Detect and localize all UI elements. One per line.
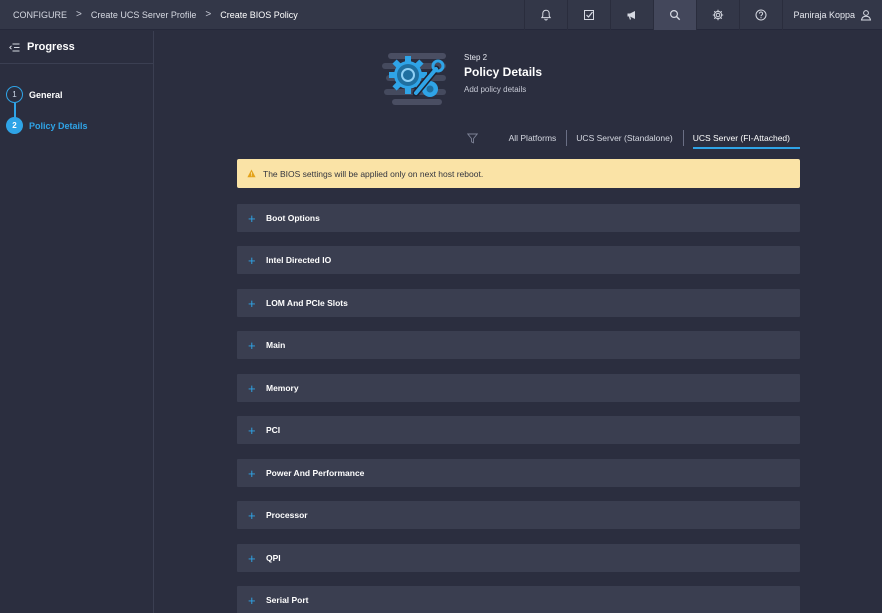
progress-header: Progress <box>0 31 153 64</box>
section-label: Power And Performance <box>266 468 365 478</box>
expand-plus-icon: + <box>248 380 256 396</box>
step-label: General <box>29 89 63 100</box>
tasks-check-icon <box>584 10 595 20</box>
platform-filter: All Platforms UCS Server (Standalone) UC… <box>466 130 801 149</box>
reboot-warning-alert: The BIOS settings will be applied only o… <box>237 159 800 188</box>
expand-plus-icon: + <box>248 550 256 566</box>
section-intel-directed-io[interactable]: + Intel Directed IO <box>237 246 800 274</box>
section-pci[interactable]: + PCI <box>237 416 800 444</box>
section-label: Intel Directed IO <box>266 255 332 265</box>
progress-title: Progress <box>27 41 75 53</box>
section-label: Boot Options <box>266 213 320 223</box>
settings-button[interactable] <box>696 0 739 30</box>
section-label: QPI <box>266 553 281 563</box>
step-number: 2 <box>6 117 23 134</box>
user-menu[interactable]: Paniraja Koppa <box>782 0 882 30</box>
top-bar: CONFIGURE > Create UCS Server Profile > … <box>0 0 882 30</box>
section-lom-and-pcie-slots[interactable]: + LOM And PCIe Slots <box>237 289 800 317</box>
step-policy-details[interactable]: 2 Policy Details <box>0 110 153 141</box>
breadcrumb-separator: > <box>205 9 212 20</box>
warning-icon <box>247 169 256 178</box>
user-name: Paniraja Koppa <box>793 10 855 20</box>
requests-button[interactable] <box>567 0 610 30</box>
gear-icon <box>713 9 724 21</box>
step-indicator: Step 2 <box>464 53 488 62</box>
expand-plus-icon: + <box>248 507 256 523</box>
expand-plus-icon: + <box>248 422 256 438</box>
user-icon <box>860 10 872 21</box>
section-label: Serial Port <box>266 595 309 605</box>
expand-plus-icon: + <box>248 295 256 311</box>
search-button[interactable] <box>653 0 697 30</box>
breadcrumb-configure[interactable]: CONFIGURE <box>13 10 67 20</box>
section-processor[interactable]: + Processor <box>237 501 800 529</box>
section-qpi[interactable]: + QPI <box>237 544 800 572</box>
expand-plus-icon: + <box>248 337 256 353</box>
expand-plus-icon: + <box>248 210 256 226</box>
collapse-menu-icon[interactable] <box>9 42 20 53</box>
section-power-and-performance[interactable]: + Power And Performance <box>237 459 800 487</box>
help-icon <box>755 9 767 21</box>
breadcrumb-create-ucs-server-profile[interactable]: Create UCS Server Profile <box>91 10 197 20</box>
section-boot-options[interactable]: + Boot Options <box>237 204 800 232</box>
step-number: 1 <box>6 86 23 103</box>
help-button[interactable] <box>739 0 782 30</box>
section-main[interactable]: + Main <box>237 331 800 359</box>
breadcrumb-separator: > <box>76 9 82 20</box>
section-serial-port[interactable]: + Serial Port <box>237 586 800 613</box>
main-content: Step 2 Policy Details Add policy details… <box>155 31 882 613</box>
filter-funnel-icon[interactable] <box>466 133 478 144</box>
alert-text: The BIOS settings will be applied only o… <box>263 168 484 179</box>
page-subtitle: Add policy details <box>464 85 527 94</box>
filter-ucs-server-standalone[interactable]: UCS Server (Standalone) <box>566 130 682 146</box>
bell-icon <box>541 9 552 21</box>
section-label: LOM And PCIe Slots <box>266 298 348 308</box>
breadcrumb-create-bios-policy: Create BIOS Policy <box>220 9 298 20</box>
step-header: Step 2 Policy Details Add policy details <box>380 49 560 109</box>
section-label: Main <box>266 340 286 350</box>
announcements-button[interactable] <box>610 0 653 30</box>
search-icon <box>670 9 681 21</box>
notifications-button[interactable] <box>524 0 567 30</box>
step-general[interactable]: 1 General <box>0 79 153 110</box>
breadcrumb: CONFIGURE > Create UCS Server Profile > … <box>0 9 298 20</box>
megaphone-icon <box>627 11 636 20</box>
filter-ucs-server-fi-attached[interactable]: UCS Server (FI-Attached) <box>682 130 801 149</box>
section-label: Processor <box>266 510 308 520</box>
section-memory[interactable]: + Memory <box>237 374 800 402</box>
section-label: PCI <box>266 425 281 435</box>
section-label: Memory <box>266 383 299 393</box>
expand-plus-icon: + <box>248 592 256 608</box>
gear-wrench-illustration-icon <box>382 53 446 105</box>
expand-plus-icon: + <box>248 252 256 268</box>
filter-all-platforms[interactable]: All Platforms <box>499 130 567 146</box>
page-title: Policy Details <box>464 65 543 79</box>
expand-plus-icon: + <box>248 465 256 481</box>
step-label: Policy Details <box>29 120 88 131</box>
progress-sidebar: Progress 1 General 2 Policy Details <box>0 31 154 613</box>
